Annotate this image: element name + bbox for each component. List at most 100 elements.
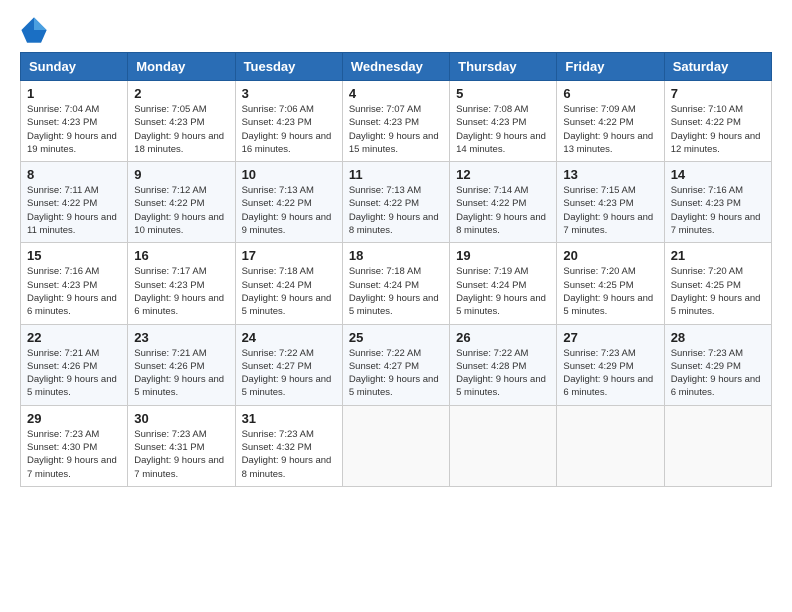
col-header-tuesday: Tuesday bbox=[235, 53, 342, 81]
day-info: Sunrise: 7:20 AMSunset: 4:25 PMDaylight:… bbox=[671, 265, 765, 318]
day-cell: 3Sunrise: 7:06 AMSunset: 4:23 PMDaylight… bbox=[235, 81, 342, 162]
day-info: Sunrise: 7:20 AMSunset: 4:25 PMDaylight:… bbox=[563, 265, 657, 318]
day-info: Sunrise: 7:06 AMSunset: 4:23 PMDaylight:… bbox=[242, 103, 336, 156]
sunset-text: Sunset: 4:29 PM bbox=[563, 360, 657, 373]
sunset-text: Sunset: 4:23 PM bbox=[456, 116, 550, 129]
day-number: 21 bbox=[671, 248, 765, 263]
day-number: 11 bbox=[349, 167, 443, 182]
col-header-wednesday: Wednesday bbox=[342, 53, 449, 81]
logo bbox=[20, 16, 52, 44]
col-header-saturday: Saturday bbox=[664, 53, 771, 81]
day-cell: 17Sunrise: 7:18 AMSunset: 4:24 PMDayligh… bbox=[235, 243, 342, 324]
day-cell: 9Sunrise: 7:12 AMSunset: 4:22 PMDaylight… bbox=[128, 162, 235, 243]
daylight-text: Daylight: 9 hours and 7 minutes. bbox=[134, 454, 228, 481]
day-cell: 29Sunrise: 7:23 AMSunset: 4:30 PMDayligh… bbox=[21, 405, 128, 486]
sunset-text: Sunset: 4:26 PM bbox=[134, 360, 228, 373]
sunset-text: Sunset: 4:22 PM bbox=[671, 116, 765, 129]
header bbox=[20, 16, 772, 44]
sunset-text: Sunset: 4:22 PM bbox=[456, 197, 550, 210]
sunset-text: Sunset: 4:23 PM bbox=[671, 197, 765, 210]
daylight-text: Daylight: 9 hours and 10 minutes. bbox=[134, 211, 228, 238]
day-cell: 28Sunrise: 7:23 AMSunset: 4:29 PMDayligh… bbox=[664, 324, 771, 405]
day-info: Sunrise: 7:10 AMSunset: 4:22 PMDaylight:… bbox=[671, 103, 765, 156]
day-info: Sunrise: 7:22 AMSunset: 4:27 PMDaylight:… bbox=[242, 347, 336, 400]
sunrise-text: Sunrise: 7:07 AM bbox=[349, 103, 443, 116]
daylight-text: Daylight: 9 hours and 12 minutes. bbox=[671, 130, 765, 157]
day-cell: 1Sunrise: 7:04 AMSunset: 4:23 PMDaylight… bbox=[21, 81, 128, 162]
daylight-text: Daylight: 9 hours and 16 minutes. bbox=[242, 130, 336, 157]
sunset-text: Sunset: 4:31 PM bbox=[134, 441, 228, 454]
week-row-2: 8Sunrise: 7:11 AMSunset: 4:22 PMDaylight… bbox=[21, 162, 772, 243]
sunrise-text: Sunrise: 7:11 AM bbox=[27, 184, 121, 197]
day-cell: 11Sunrise: 7:13 AMSunset: 4:22 PMDayligh… bbox=[342, 162, 449, 243]
daylight-text: Daylight: 9 hours and 9 minutes. bbox=[242, 211, 336, 238]
day-number: 7 bbox=[671, 86, 765, 101]
sunrise-text: Sunrise: 7:10 AM bbox=[671, 103, 765, 116]
day-cell: 31 Sunrise: 7:23 AMSunset: 4:32 PMDayligh… bbox=[235, 405, 342, 486]
week-row-3: 15Sunrise: 7:16 AMSunset: 4:23 PMDayligh… bbox=[21, 243, 772, 324]
day-cell bbox=[664, 405, 771, 486]
daylight-text: Daylight: 9 hours and 15 minutes. bbox=[349, 130, 443, 157]
sunset-text: Sunset: 4:32 PM bbox=[242, 441, 336, 454]
day-number: 2 bbox=[134, 86, 228, 101]
day-info: Sunrise: 7:23 AMSunset: 4:32 PMDaylight:… bbox=[242, 428, 336, 481]
sunrise-text: Sunrise: 7:12 AM bbox=[134, 184, 228, 197]
day-cell: 19Sunrise: 7:19 AMSunset: 4:24 PMDayligh… bbox=[450, 243, 557, 324]
daylight-text: Daylight: 9 hours and 11 minutes. bbox=[27, 211, 121, 238]
sunrise-text: Sunrise: 7:18 AM bbox=[349, 265, 443, 278]
sunrise-text: Sunrise: 7:04 AM bbox=[27, 103, 121, 116]
sunset-text: Sunset: 4:23 PM bbox=[134, 116, 228, 129]
daylight-text: Daylight: 9 hours and 5 minutes. bbox=[456, 292, 550, 319]
day-number: 23 bbox=[134, 330, 228, 345]
sunrise-text: Sunrise: 7:06 AM bbox=[242, 103, 336, 116]
day-info: Sunrise: 7:11 AMSunset: 4:22 PMDaylight:… bbox=[27, 184, 121, 237]
sunset-text: Sunset: 4:25 PM bbox=[671, 279, 765, 292]
daylight-text: Daylight: 9 hours and 19 minutes. bbox=[27, 130, 121, 157]
sunset-text: Sunset: 4:23 PM bbox=[27, 279, 121, 292]
day-number: 10 bbox=[242, 167, 336, 182]
day-cell: 27Sunrise: 7:23 AMSunset: 4:29 PMDayligh… bbox=[557, 324, 664, 405]
day-cell bbox=[342, 405, 449, 486]
header-row: SundayMondayTuesdayWednesdayThursdayFrid… bbox=[21, 53, 772, 81]
sunrise-text: Sunrise: 7:23 AM bbox=[563, 347, 657, 360]
sunrise-text: Sunrise: 7:23 AM bbox=[671, 347, 765, 360]
day-number: 31 bbox=[242, 411, 336, 426]
sunset-text: Sunset: 4:28 PM bbox=[456, 360, 550, 373]
sunset-text: Sunset: 4:24 PM bbox=[456, 279, 550, 292]
day-info: Sunrise: 7:04 AMSunset: 4:23 PMDaylight:… bbox=[27, 103, 121, 156]
day-cell: 22Sunrise: 7:21 AMSunset: 4:26 PMDayligh… bbox=[21, 324, 128, 405]
day-number: 25 bbox=[349, 330, 443, 345]
sunrise-text: Sunrise: 7:19 AM bbox=[456, 265, 550, 278]
col-header-friday: Friday bbox=[557, 53, 664, 81]
daylight-text: Daylight: 9 hours and 14 minutes. bbox=[456, 130, 550, 157]
sunset-text: Sunset: 4:25 PM bbox=[563, 279, 657, 292]
sunset-text: Sunset: 4:22 PM bbox=[563, 116, 657, 129]
sunset-text: Sunset: 4:22 PM bbox=[134, 197, 228, 210]
day-info: Sunrise: 7:15 AMSunset: 4:23 PMDaylight:… bbox=[563, 184, 657, 237]
daylight-text: Daylight: 9 hours and 5 minutes. bbox=[671, 292, 765, 319]
logo-icon bbox=[20, 16, 48, 44]
sunset-text: Sunset: 4:27 PM bbox=[349, 360, 443, 373]
day-cell: 2Sunrise: 7:05 AMSunset: 4:23 PMDaylight… bbox=[128, 81, 235, 162]
sunset-text: Sunset: 4:27 PM bbox=[242, 360, 336, 373]
sunrise-text: Sunrise: 7:23 AM bbox=[27, 428, 121, 441]
sunset-text: Sunset: 4:23 PM bbox=[242, 116, 336, 129]
day-cell: 13Sunrise: 7:15 AMSunset: 4:23 PMDayligh… bbox=[557, 162, 664, 243]
sunset-text: Sunset: 4:22 PM bbox=[27, 197, 121, 210]
day-number: 20 bbox=[563, 248, 657, 263]
sunset-text: Sunset: 4:23 PM bbox=[134, 279, 228, 292]
sunset-text: Sunset: 4:23 PM bbox=[27, 116, 121, 129]
day-info: Sunrise: 7:16 AMSunset: 4:23 PMDaylight:… bbox=[27, 265, 121, 318]
day-info: Sunrise: 7:21 AMSunset: 4:26 PMDaylight:… bbox=[27, 347, 121, 400]
day-info: Sunrise: 7:16 AMSunset: 4:23 PMDaylight:… bbox=[671, 184, 765, 237]
sunrise-text: Sunrise: 7:21 AM bbox=[27, 347, 121, 360]
day-info: Sunrise: 7:07 AMSunset: 4:23 PMDaylight:… bbox=[349, 103, 443, 156]
day-info: Sunrise: 7:23 AMSunset: 4:30 PMDaylight:… bbox=[27, 428, 121, 481]
day-number: 12 bbox=[456, 167, 550, 182]
day-info: Sunrise: 7:19 AMSunset: 4:24 PMDaylight:… bbox=[456, 265, 550, 318]
day-number: 16 bbox=[134, 248, 228, 263]
day-cell: 8Sunrise: 7:11 AMSunset: 4:22 PMDaylight… bbox=[21, 162, 128, 243]
week-row-5: 29Sunrise: 7:23 AMSunset: 4:30 PMDayligh… bbox=[21, 405, 772, 486]
day-cell bbox=[557, 405, 664, 486]
daylight-text: Daylight: 9 hours and 5 minutes. bbox=[563, 292, 657, 319]
